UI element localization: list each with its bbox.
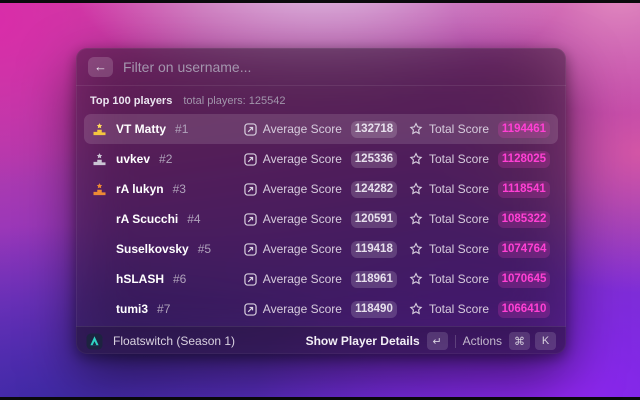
- back-button[interactable]: ←: [88, 57, 113, 77]
- trend-icon: [244, 153, 257, 166]
- player-rank: #1: [175, 122, 188, 136]
- average-score-value: 132718: [351, 121, 397, 138]
- k-key-icon: K: [535, 332, 556, 350]
- player-row[interactable]: rA lukyn #3 Average Score 124282 Total S…: [84, 174, 558, 204]
- command-key-icon: ⌘: [509, 332, 530, 350]
- player-metrics: Average Score 124282 Total Score 1118541: [244, 181, 550, 198]
- player-metrics: Average Score 120591 Total Score 1085322: [244, 211, 550, 228]
- player-row[interactable]: tumi3 #7 Average Score 118490 Total Scor…: [84, 294, 558, 324]
- player-rank: #6: [173, 272, 186, 286]
- podium-icon: [92, 211, 109, 227]
- footer-bar: Floatswitch (Season 1) Show Player Detai…: [76, 326, 566, 354]
- total-score-label: Total Score: [429, 272, 489, 286]
- search-bar: ←: [76, 48, 566, 86]
- player-metrics: Average Score 132718 Total Score 1194461: [244, 121, 550, 138]
- total-score-label: Total Score: [429, 152, 489, 166]
- star-icon: [409, 152, 423, 166]
- star-icon: [409, 182, 423, 196]
- return-key-icon: ↵: [427, 332, 448, 350]
- player-rank: #3: [173, 182, 186, 196]
- podium-icon: [92, 271, 109, 287]
- podium-icon: [92, 121, 109, 137]
- trend-icon: [244, 183, 257, 196]
- player-list: VT Matty #1 Average Score 132718 Total S…: [76, 112, 566, 326]
- trend-icon: [244, 123, 257, 136]
- total-score-value: 1070645: [498, 271, 550, 288]
- average-score-value: 124282: [351, 181, 397, 198]
- total-score-value: 1118541: [498, 181, 550, 198]
- average-score-value: 125336: [351, 151, 397, 168]
- total-score-label: Total Score: [429, 242, 489, 256]
- player-username: hSLASH: [116, 272, 164, 286]
- player-metrics: Average Score 118490 Total Score 1066410: [244, 301, 550, 318]
- player-username: rA lukyn: [116, 182, 164, 196]
- player-metrics: Average Score 118961 Total Score 1070645: [244, 271, 550, 288]
- podium-icon: [92, 151, 109, 167]
- player-username: tumi3: [116, 302, 148, 316]
- star-icon: [409, 242, 423, 256]
- trend-icon: [244, 213, 257, 226]
- trend-icon: [244, 273, 257, 286]
- show-player-details-label: Show Player Details: [306, 334, 420, 348]
- player-row[interactable]: Suselkovsky #5 Average Score 119418 Tota…: [84, 234, 558, 264]
- player-rank: #2: [159, 152, 172, 166]
- star-icon: [409, 302, 423, 316]
- back-arrow-icon: ←: [94, 57, 107, 77]
- launcher-window: ← Top 100 players total players: 125542 …: [76, 48, 566, 354]
- show-player-details-button[interactable]: Show Player Details ↵: [306, 332, 448, 350]
- average-score-value: 119418: [351, 241, 397, 258]
- star-icon: [409, 212, 423, 226]
- total-score-value: 1066410: [498, 301, 550, 318]
- star-icon: [409, 272, 423, 286]
- list-header: Top 100 players total players: 125542: [76, 86, 566, 112]
- total-players-count: total players: 125542: [183, 95, 285, 107]
- average-score-label: Average Score: [263, 272, 342, 286]
- player-rank: #5: [198, 242, 211, 256]
- extension-icon: [86, 333, 103, 350]
- section-title: Top 100 players: [90, 95, 172, 107]
- extension-name: Floatswitch (Season 1): [113, 334, 235, 348]
- average-score-value: 118961: [351, 271, 397, 288]
- average-score-label: Average Score: [263, 152, 342, 166]
- actions-label: Actions: [463, 334, 502, 348]
- podium-icon: [92, 181, 109, 197]
- player-rank: #4: [187, 212, 200, 226]
- total-score-label: Total Score: [429, 122, 489, 136]
- player-row[interactable]: rA Scucchi #4 Average Score 120591 Total…: [84, 204, 558, 234]
- trend-icon: [244, 243, 257, 256]
- podium-icon: [92, 241, 109, 257]
- total-score-value: 1128025: [498, 151, 550, 168]
- footer-separator: [455, 335, 456, 348]
- average-score-label: Average Score: [263, 302, 342, 316]
- podium-icon: [92, 301, 109, 317]
- search-input[interactable]: [123, 59, 554, 75]
- player-username: Suselkovsky: [116, 242, 189, 256]
- star-icon: [409, 122, 423, 136]
- total-score-label: Total Score: [429, 302, 489, 316]
- total-score-label: Total Score: [429, 212, 489, 226]
- actions-button[interactable]: Actions ⌘ K: [463, 332, 556, 350]
- player-metrics: Average Score 125336 Total Score 1128025: [244, 151, 550, 168]
- player-metrics: Average Score 119418 Total Score 1074764: [244, 241, 550, 258]
- player-row[interactable]: uvkev #2 Average Score 125336 Total Scor…: [84, 144, 558, 174]
- average-score-label: Average Score: [263, 212, 342, 226]
- total-score-value: 1085322: [498, 211, 550, 228]
- footer-actions: Show Player Details ↵ Actions ⌘ K: [306, 332, 556, 350]
- player-username: rA Scucchi: [116, 212, 178, 226]
- total-score-label: Total Score: [429, 182, 489, 196]
- total-score-value: 1194461: [498, 121, 550, 138]
- total-score-value: 1074764: [498, 241, 550, 258]
- player-row[interactable]: hSLASH #6 Average Score 118961 Total Sco…: [84, 264, 558, 294]
- player-rank: #7: [157, 302, 170, 316]
- player-username: VT Matty: [116, 122, 166, 136]
- average-score-label: Average Score: [263, 122, 342, 136]
- player-row[interactable]: VT Matty #1 Average Score 132718 Total S…: [84, 114, 558, 144]
- average-score-label: Average Score: [263, 242, 342, 256]
- average-score-label: Average Score: [263, 182, 342, 196]
- average-score-value: 118490: [351, 301, 397, 318]
- trend-icon: [244, 303, 257, 316]
- average-score-value: 120591: [351, 211, 397, 228]
- player-username: uvkev: [116, 152, 150, 166]
